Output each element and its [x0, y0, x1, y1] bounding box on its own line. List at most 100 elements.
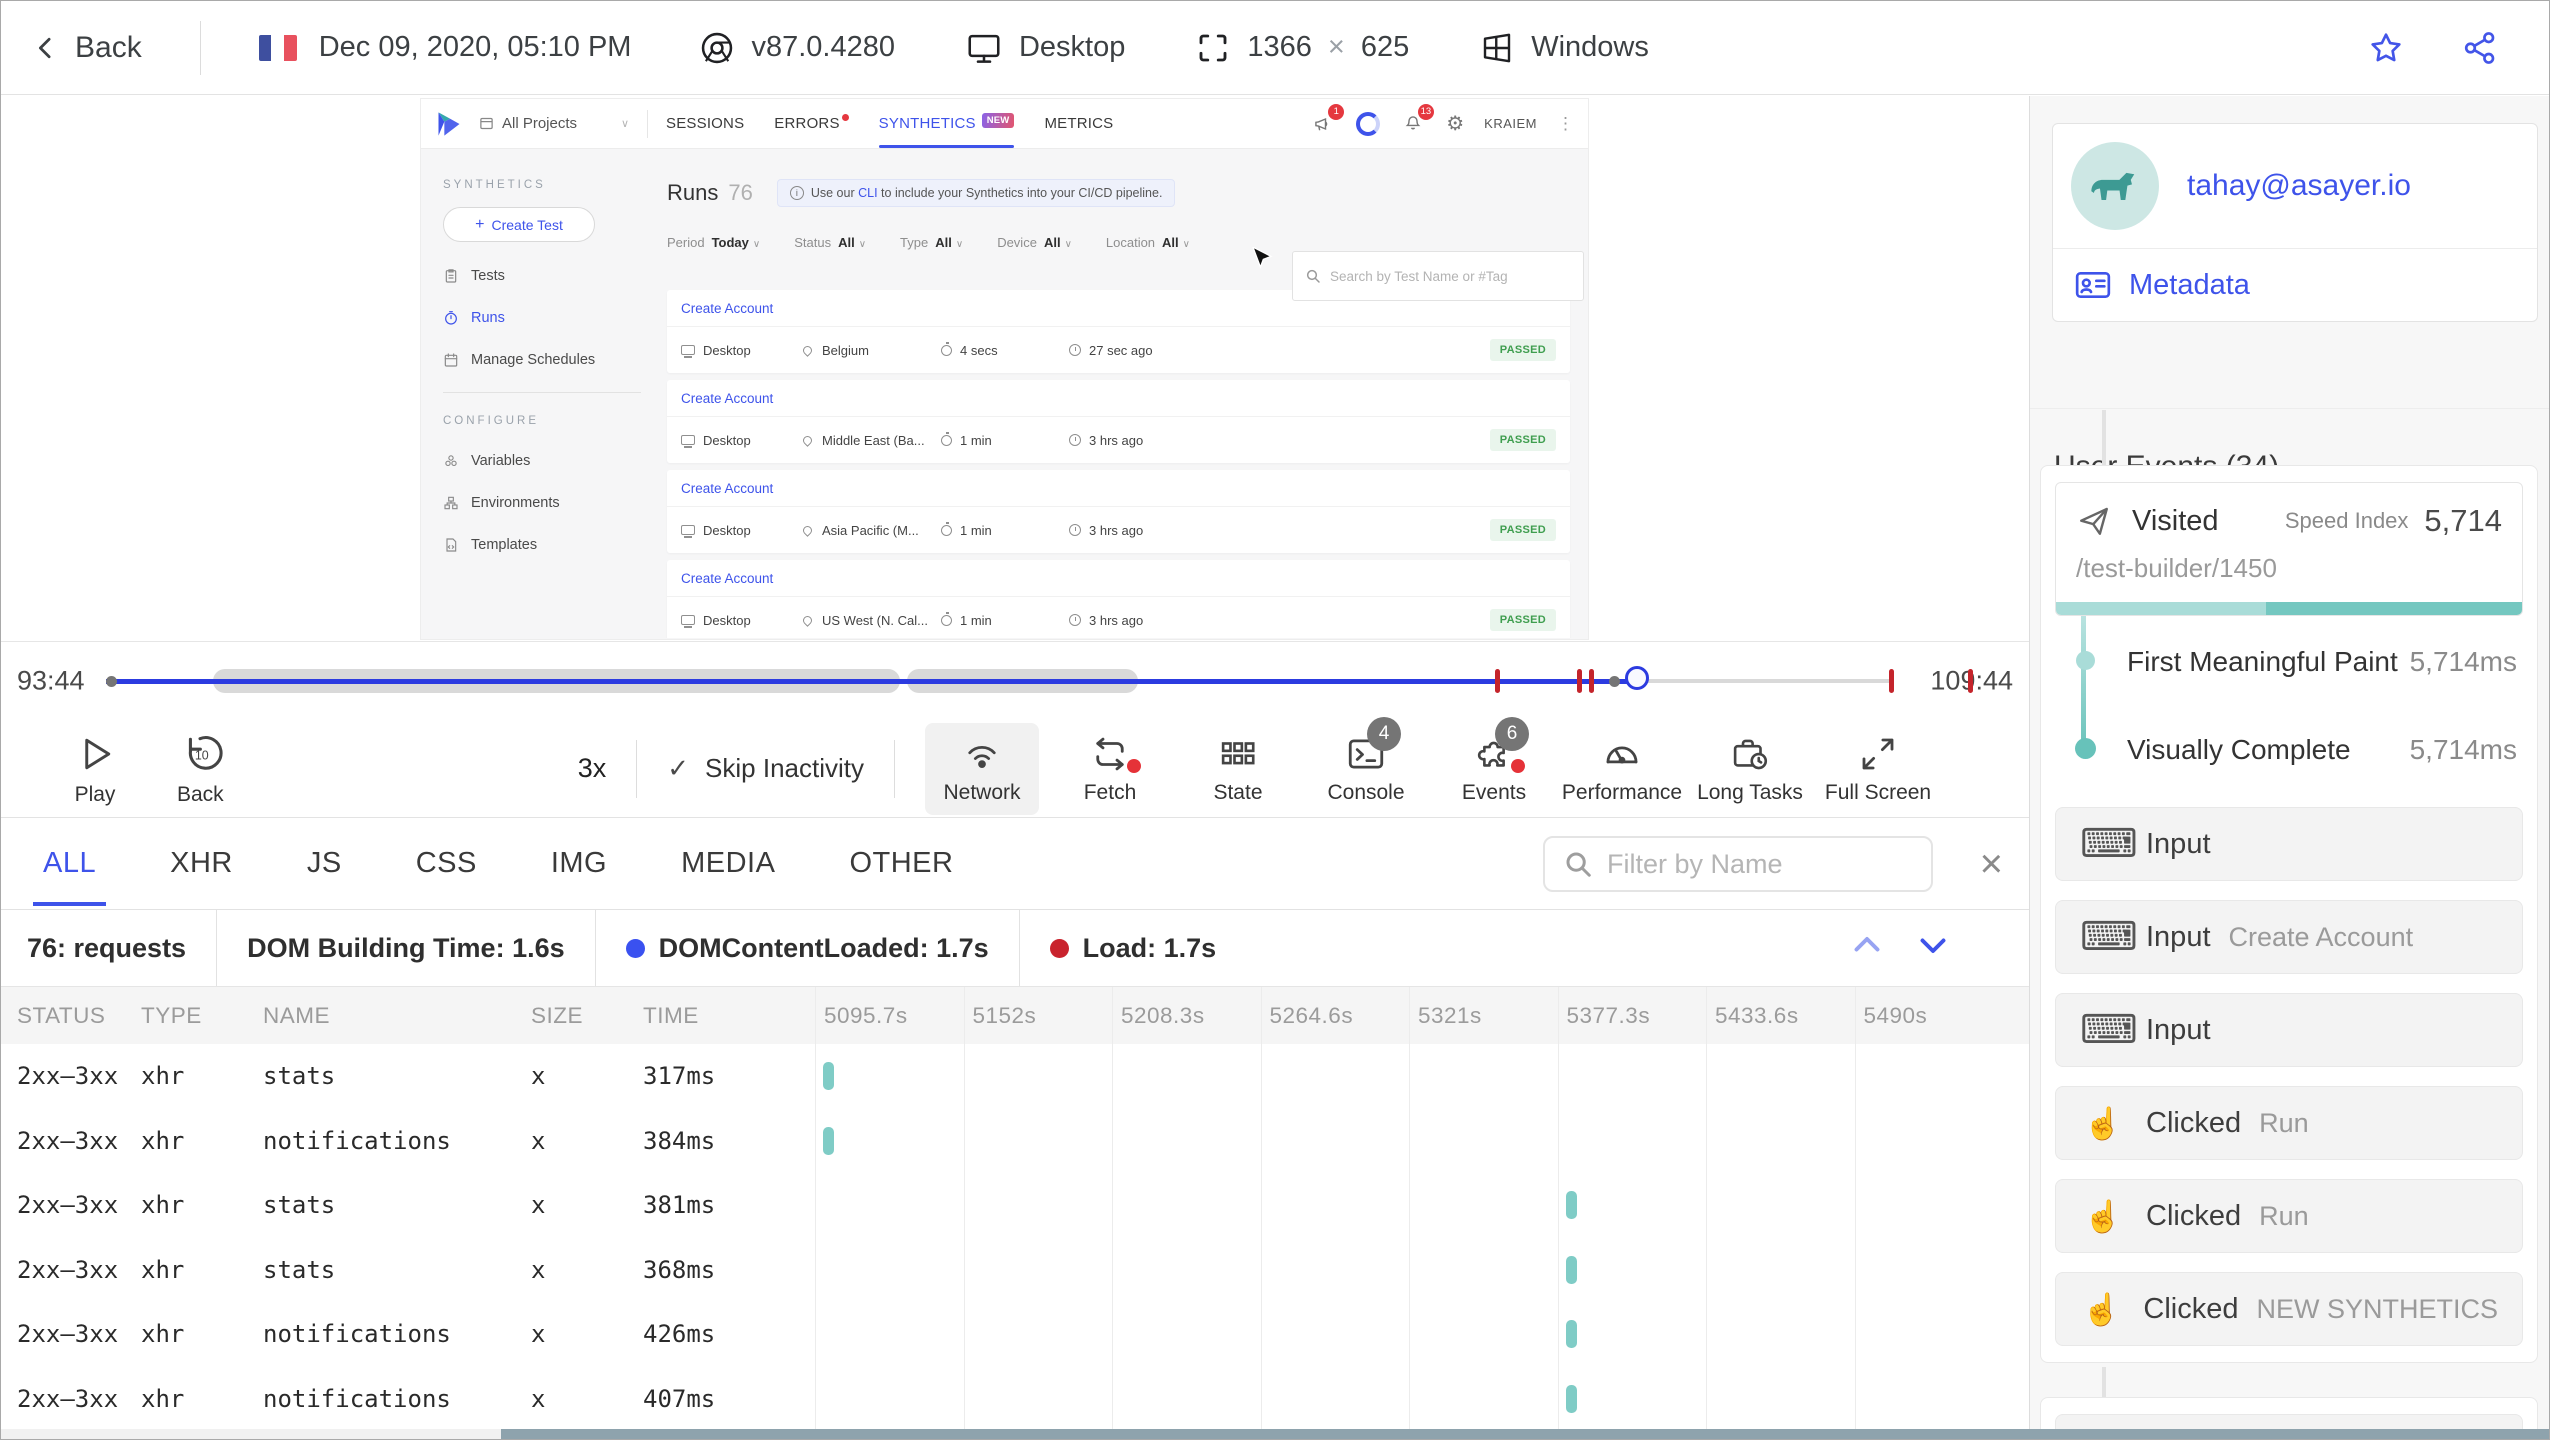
run-card[interactable]: Create Account Desktop Asia Pacific (M..…	[667, 470, 1570, 553]
app-tab-errors[interactable]: ERRORS	[774, 114, 849, 132]
kebab-menu-icon[interactable]: ⋮	[1557, 114, 1574, 134]
user-event-card[interactable]: ⌨ Input Create Account	[2055, 900, 2523, 974]
favorite-star-button[interactable]	[2367, 29, 2405, 67]
monitor-icon	[681, 615, 695, 628]
timeline-cell	[1706, 1366, 1855, 1431]
user-event-card[interactable]: ⌨ Input	[2055, 993, 2523, 1067]
network-tab-media[interactable]: MEDIA	[681, 847, 775, 880]
network-request-row[interactable]: 2xx–3xx xhr notifications x 384ms	[1, 1108, 2031, 1173]
timeline-event-marker	[1576, 669, 1582, 693]
longtasks-panel-button[interactable]: Long Tasks	[1693, 723, 1807, 815]
notifications-button[interactable]: 13	[1400, 103, 1435, 137]
network-request-row[interactable]: 2xx–3xx xhr stats x 381ms	[1, 1173, 2031, 1238]
playhead[interactable]	[1625, 666, 1650, 690]
filter-device[interactable]: Device All ∨	[997, 235, 1072, 250]
play-button[interactable]: Play	[73, 730, 117, 807]
announcements-button[interactable]: 1	[1310, 103, 1345, 137]
share-button[interactable]	[2461, 29, 2499, 67]
project-selector[interactable]: All Projects ∨	[479, 115, 629, 132]
performance-panel-button[interactable]: Performance	[1562, 723, 1682, 815]
timeline-cell	[963, 1237, 1113, 1302]
horizontal-scrollbar[interactable]	[1, 1429, 2549, 1439]
skip-inactivity-toggle[interactable]: ✓ Skip Inactivity	[667, 753, 864, 784]
browser-info: v87.0.4280	[699, 30, 895, 66]
timeline-cell	[1409, 1044, 1558, 1109]
back-10s-button[interactable]: 10 Back	[177, 730, 224, 807]
sidebar-item-variables[interactable]: Variables	[443, 453, 649, 469]
cell-type: xhr	[141, 1320, 185, 1349]
app-tab-synthetics[interactable]: SYNTHETICS NEW	[878, 112, 1015, 148]
app-tab-sessions[interactable]: SESSIONS	[666, 115, 744, 132]
back-button[interactable]: Back	[31, 31, 142, 65]
speed-index-label: Speed Index	[2284, 508, 2409, 533]
network-tab-all[interactable]: ALL	[32, 847, 107, 906]
fullscreen-panel-button[interactable]: Full Screen	[1821, 723, 1935, 815]
app-nav-tabs: SESSIONS ERRORS SYNTHETICS NEW METRICS	[666, 112, 1113, 148]
metrics-connector-line	[2081, 616, 2086, 746]
state-panel-button[interactable]: State	[1181, 723, 1295, 815]
network-tab-xhr[interactable]: XHR	[170, 847, 233, 880]
cell-name: notifications	[263, 1384, 451, 1413]
network-request-row[interactable]: 2xx–3xx xhr stats x 368ms	[1, 1237, 2031, 1302]
sidebar-item-runs[interactable]: Runs	[443, 310, 649, 326]
timeline-cell	[1260, 1044, 1410, 1109]
sidebar-item-environments[interactable]: Environments	[443, 495, 649, 511]
runs-search-input[interactable]: Search by Test Name or #Tag	[1292, 251, 1584, 301]
clock-icon	[1069, 434, 1081, 446]
timeline-cell	[963, 1366, 1113, 1431]
network-panel-button[interactable]: Network	[925, 722, 1039, 815]
run-title-link[interactable]: Create Account	[667, 560, 1570, 597]
chrome-icon	[702, 32, 733, 63]
run-card[interactable]: Create Account Desktop Belgium 4 secs 27…	[667, 290, 1570, 373]
next-request-button[interactable]	[1915, 927, 1951, 970]
network-tab-js[interactable]: JS	[307, 847, 342, 880]
filter-status[interactable]: Status All ∨	[794, 235, 866, 250]
cli-link[interactable]: CLI	[858, 186, 877, 200]
scrollbar-thumb[interactable]	[501, 1429, 2549, 1439]
run-card[interactable]: Create Account Desktop Middle East (Ba..…	[667, 380, 1570, 463]
sidebar-item-templates[interactable]: Templates	[443, 537, 649, 553]
visited-event-card[interactable]: Visited Speed Index 5,714 /test-builder/…	[2055, 482, 2523, 616]
run-title-link[interactable]: Create Account	[667, 380, 1570, 417]
sidebar-item-manage-schedules[interactable]: Manage Schedules	[443, 352, 649, 368]
network-tab-css[interactable]: CSS	[416, 847, 477, 880]
run-card[interactable]: Create Account Desktop US West (N. Cal..…	[667, 560, 1570, 638]
prev-request-button[interactable]	[1849, 927, 1885, 970]
create-test-button[interactable]: + Create Test	[443, 207, 595, 242]
user-event-card[interactable]: ☝ Clicked Run	[2055, 1179, 2523, 1253]
events-panel-button[interactable]: 6 Events	[1437, 716, 1551, 815]
network-tab-other[interactable]: OTHER	[849, 847, 953, 880]
pointer-hand-icon: ☝	[2083, 1198, 2123, 1234]
time-column-header: 5095.7s	[815, 987, 964, 1044]
console-panel-button[interactable]: 4 Console	[1309, 716, 1423, 815]
sidebar-item-tests[interactable]: Tests	[443, 268, 649, 284]
user-email-link[interactable]: tahay@asayer.io	[2187, 169, 2411, 203]
request-timing-bar	[1565, 1320, 1577, 1349]
resolution-height: 625	[1360, 31, 1410, 63]
network-request-row[interactable]: 2xx–3xx xhr stats x 317ms	[1, 1044, 2031, 1109]
settings-gear-icon[interactable]: ⚙	[1446, 111, 1464, 136]
app-tab-metrics[interactable]: METRICS	[1044, 115, 1113, 132]
cell-size: x	[531, 1320, 546, 1349]
network-request-row[interactable]: 2xx–3xx xhr notifications x 426ms	[1, 1302, 2031, 1367]
metadata-button[interactable]: Metadata	[2053, 248, 2537, 321]
timeline-cell	[1706, 1108, 1855, 1173]
speed-toggle[interactable]: 3x	[578, 753, 607, 784]
run-location: Belgium	[801, 343, 941, 358]
network-tab-img[interactable]: IMG	[551, 847, 607, 880]
user-event-card[interactable]: ☝ Clicked NEW SYNTHETICS	[2055, 1272, 2523, 1346]
back-10-icon: 10	[189, 736, 223, 770]
app-user-name[interactable]: KRAIEM	[1484, 116, 1537, 131]
close-network-panel-button[interactable]: ×	[1980, 844, 2003, 884]
user-event-card[interactable]: ⌨ Input	[2055, 807, 2523, 881]
fetch-panel-button[interactable]: Fetch	[1053, 723, 1167, 815]
user-event-card[interactable]: ☝ Clicked Run	[2055, 1086, 2523, 1160]
network-request-row[interactable]: 2xx–3xx xhr notifications x 407ms	[1, 1366, 2031, 1431]
network-filter-input[interactable]: Filter by Name	[1543, 836, 1933, 892]
filter-type[interactable]: Type All ∨	[900, 235, 963, 250]
filter-period[interactable]: Period Today ∨	[667, 235, 760, 250]
progress-ring-icon	[1356, 111, 1381, 136]
filter-location[interactable]: Location All ∨	[1106, 235, 1190, 250]
run-title-link[interactable]: Create Account	[667, 470, 1570, 507]
network-table-header: STATUS TYPE NAME SIZE TIME 5095.7s 5152s 5208.3…	[1, 987, 2031, 1044]
